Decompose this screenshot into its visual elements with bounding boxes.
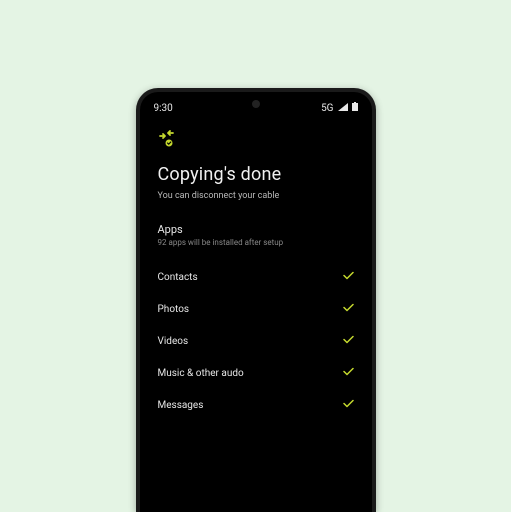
camera-notch: [252, 100, 260, 108]
list-item: Videos: [158, 325, 354, 357]
signal-icon: [338, 103, 348, 114]
check-icon: [343, 335, 354, 347]
content-area: Copying's done You can disconnect your c…: [140, 120, 372, 421]
list-item-label: Music & other audo: [158, 368, 244, 379]
check-icon: [343, 399, 354, 411]
list-item: Contacts: [158, 261, 354, 293]
list-item: Music & other audo: [158, 357, 354, 389]
battery-icon: [352, 102, 358, 114]
status-time: 9:30: [154, 103, 173, 114]
apps-section-label: Apps: [158, 223, 354, 236]
apps-section-sub: 92 apps will be installed after setup: [158, 238, 354, 247]
phone-frame: 9:30 5G Copying's done You can disconnec…: [136, 88, 376, 512]
network-label: 5G: [321, 103, 333, 114]
check-icon: [343, 271, 354, 283]
check-icon: [343, 303, 354, 315]
apps-section: Apps 92 apps will be installed after set…: [158, 223, 354, 247]
check-icon: [343, 367, 354, 379]
status-right: 5G: [321, 102, 357, 114]
page-subtitle: You can disconnect your cable: [158, 191, 354, 201]
list-item-label: Photos: [158, 304, 190, 315]
list-item: Messages: [158, 389, 354, 421]
page-title: Copying's done: [158, 164, 354, 185]
list-item-label: Contacts: [158, 272, 198, 283]
list-item-label: Videos: [158, 336, 189, 347]
list-item: Photos: [158, 293, 354, 325]
transfer-complete-icon: [158, 130, 354, 152]
list-item-label: Messages: [158, 400, 204, 411]
